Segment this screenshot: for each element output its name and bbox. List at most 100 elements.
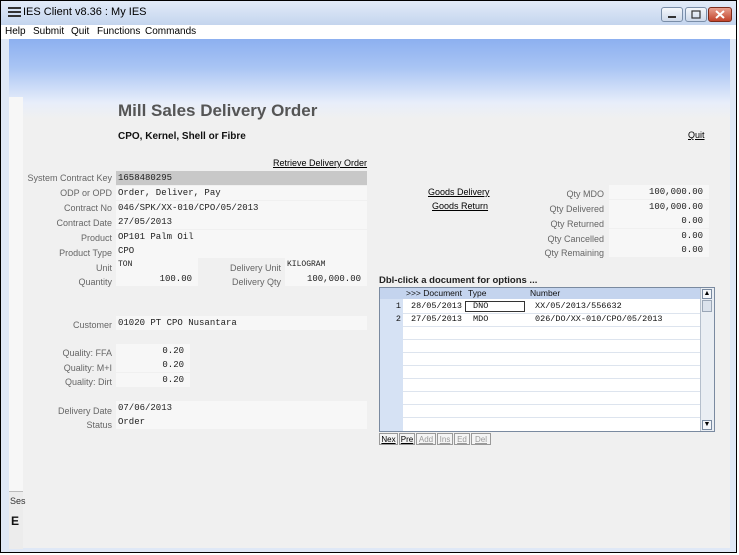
menu-bar: Help Submit Quit Functions Commands <box>1 25 736 39</box>
app-window: IES Client v8.36 : My IES Help Submit Qu… <box>0 0 737 553</box>
grid-scrollbar[interactable]: ▲ ▼ <box>700 288 714 431</box>
qty-cancelled-value: 0.00 <box>609 229 709 243</box>
grid-line <box>403 365 701 366</box>
maximize-button[interactable] <box>685 7 707 22</box>
menu-functions[interactable]: Functions <box>97 26 140 37</box>
delete-button[interactable]: Del <box>471 433 491 445</box>
product-label: Product <box>80 233 112 243</box>
quantity-value: 100.00 <box>116 272 198 286</box>
quality-mi-label: Quality: M+I <box>63 363 112 373</box>
grid-line <box>403 404 701 405</box>
quality-ffa-value: 0.20 <box>116 344 190 358</box>
delivery-qty-value: 100,000.00 <box>285 272 367 286</box>
odp-opd-label: ODP or OPD <box>60 188 112 198</box>
system-contract-key-label: System Contract Key <box>27 173 112 183</box>
insert-button[interactable]: Ins <box>437 433 453 445</box>
app-icon <box>8 7 21 17</box>
minimize-icon <box>668 16 676 18</box>
quality-dirt-label: Quality: Dirt <box>64 377 112 387</box>
row-number-value: XX/05/2013/556632 <box>535 301 622 311</box>
grid-line <box>403 326 701 327</box>
close-button[interactable] <box>708 7 732 22</box>
session-icon: E <box>11 514 20 528</box>
scroll-up-icon[interactable]: ▲ <box>702 289 712 299</box>
col-document[interactable]: >>> Document <box>406 288 462 298</box>
session-strip: Ses E <box>9 491 26 549</box>
quality-ffa-label: Quality: FFA <box>62 348 112 358</box>
contract-date-value: 27/05/2013 <box>116 215 367 229</box>
next-button[interactable]: Nex <box>379 433 398 445</box>
qty-cancelled-label: Qty Cancelled <box>547 234 604 244</box>
delivery-qty-label: Delivery Qty <box>231 277 281 287</box>
scroll-down-icon[interactable]: ▼ <box>702 420 712 430</box>
row-date: 28/05/2013 <box>411 301 463 311</box>
edit-button[interactable]: Ed <box>454 433 470 445</box>
goods-delivery-link[interactable]: Goods Delivery <box>428 187 490 197</box>
product-type-value: CPO <box>116 244 367 258</box>
delivery-date-label: Delivery Date <box>57 406 112 416</box>
goods-return-link[interactable]: Goods Return <box>432 201 488 211</box>
menu-submit[interactable]: Submit <box>33 26 64 37</box>
product-value: OP101 Palm Oil <box>116 230 367 244</box>
qty-mdo-value: 100,000.00 <box>609 185 709 199</box>
session-label: Ses <box>10 496 26 506</box>
contract-no-label: Contract No <box>63 203 112 213</box>
qty-remaining-value: 0.00 <box>609 243 709 257</box>
menu-quit[interactable]: Quit <box>71 26 89 37</box>
row-date: 27/05/2013 <box>411 314 463 324</box>
row-number: 2 <box>395 314 401 324</box>
qty-mdo-label: Qty MDO <box>566 189 605 199</box>
grid-line <box>403 378 701 379</box>
documents-grid[interactable]: >>> Document Type Number 1 28/05/2013 DN… <box>379 287 715 432</box>
customer-label: Customer <box>72 320 112 330</box>
product-type-label: Product Type <box>59 248 112 258</box>
previous-button[interactable]: Pre <box>399 433 415 445</box>
grid-instructions: Dbl-click a document for options ... <box>379 275 538 286</box>
qty-returned-label: Qty Returned <box>550 219 604 229</box>
unit-value: TON <box>116 258 198 272</box>
qty-remaining-label: Qty Remaining <box>544 248 604 258</box>
retrieve-delivery-order-link[interactable]: Retrieve Delivery Order <box>273 158 367 168</box>
delivery-date-value: 07/06/2013 <box>116 401 367 415</box>
contract-date-label: Contract Date <box>56 218 112 228</box>
odp-opd-value: Order, Deliver, Pay <box>116 186 367 200</box>
window-title: IES Client v8.36 : My IES <box>23 6 147 18</box>
qty-returned-value: 0.00 <box>609 214 709 228</box>
unit-label: Unit <box>95 263 112 273</box>
quality-mi-value: 0.20 <box>116 358 190 372</box>
quantity-label: Quantity <box>78 277 112 287</box>
close-icon <box>715 10 725 19</box>
col-number[interactable]: Number <box>530 288 560 298</box>
customer-value: 01020 PT CPO Nusantara <box>116 316 367 330</box>
page-title: Mill Sales Delivery Order <box>118 101 318 120</box>
add-button[interactable]: Add <box>416 433 436 445</box>
delivery-unit-label: Delivery Unit <box>229 263 281 273</box>
row-type: MDO <box>473 314 489 324</box>
row-type: DNO <box>473 301 489 311</box>
grid-line <box>403 391 701 392</box>
maximize-icon <box>691 10 701 19</box>
scroll-thumb[interactable] <box>702 300 712 312</box>
qty-delivered-label: Qty Delivered <box>549 204 604 214</box>
row-number-value: 026/DO/XX-010/CPO/05/2013 <box>535 314 663 324</box>
grid-line <box>403 352 701 353</box>
grid-header: >>> Document Type Number <box>380 288 700 299</box>
menu-help[interactable]: Help <box>5 26 26 37</box>
status-label: Status <box>86 420 112 430</box>
quit-link[interactable]: Quit <box>688 130 705 140</box>
quality-dirt-value: 0.20 <box>116 373 190 387</box>
status-value: Order <box>116 415 367 429</box>
delivery-unit-value: KILOGRAM <box>285 258 367 272</box>
grid-line <box>403 339 701 340</box>
grid-line <box>403 313 701 314</box>
contract-no-value: 046/SPK/XX-010/CPO/05/2013 <box>116 201 367 215</box>
minimize-button[interactable] <box>661 7 683 22</box>
title-bar: IES Client v8.36 : My IES <box>1 1 736 25</box>
system-contract-key-value: 1658480295 <box>116 171 367 185</box>
col-type[interactable]: Type <box>468 288 486 298</box>
row-number: 1 <box>395 301 401 311</box>
grid-line <box>403 417 701 418</box>
qty-delivered-value: 100,000.00 <box>609 200 709 214</box>
menu-commands[interactable]: Commands <box>145 26 196 37</box>
page-subtitle: CPO, Kernel, Shell or Fibre <box>118 131 246 142</box>
